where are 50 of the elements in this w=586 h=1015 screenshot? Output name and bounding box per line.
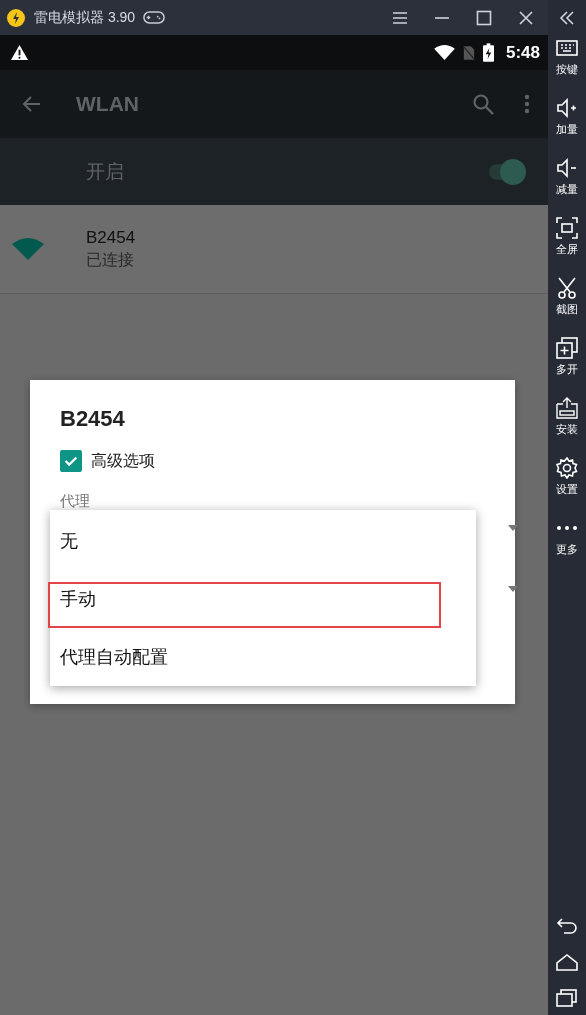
sidebar-button[interactable]: 减量 bbox=[556, 157, 578, 217]
dialog-title: B2454 bbox=[60, 406, 125, 432]
apk-install-icon bbox=[556, 397, 578, 419]
sidebar-button[interactable]: 加量 bbox=[556, 97, 578, 157]
volume-up-icon bbox=[556, 97, 578, 119]
back-arrow-icon[interactable] bbox=[22, 94, 42, 114]
menu-icon[interactable] bbox=[392, 9, 408, 26]
sidebar-button[interactable]: 安装 bbox=[556, 397, 578, 457]
checkbox-label: 高级选项 bbox=[91, 450, 155, 471]
keyboard-icon bbox=[556, 37, 578, 59]
search-icon[interactable] bbox=[472, 93, 494, 115]
more-icon bbox=[556, 525, 578, 531]
back-icon[interactable] bbox=[556, 917, 578, 935]
sidebar-button[interactable]: 设置 bbox=[556, 457, 578, 517]
maximize-icon[interactable] bbox=[476, 9, 492, 26]
settings-icon bbox=[556, 457, 578, 479]
menu-option[interactable]: 手动 bbox=[50, 570, 476, 628]
toolbar-title: WLAN bbox=[76, 92, 139, 116]
clock-time: 5:48 bbox=[505, 42, 540, 63]
scissors-icon bbox=[556, 277, 578, 299]
proxy-label: 代理 bbox=[60, 492, 90, 511]
wifi-signal-icon bbox=[433, 45, 455, 60]
sidebar-button[interactable]: 多开 bbox=[556, 337, 578, 397]
network-status: 已连接 bbox=[86, 249, 135, 270]
wifi-icon bbox=[12, 238, 44, 260]
no-sim-icon bbox=[462, 44, 475, 61]
sidebar-button[interactable]: 按键 bbox=[556, 37, 578, 97]
warning-icon bbox=[10, 44, 29, 61]
dropdown-arrow-icon bbox=[508, 525, 518, 531]
checkbox[interactable] bbox=[60, 450, 82, 472]
more-options-icon[interactable] bbox=[524, 94, 530, 114]
gamepad-icon[interactable] bbox=[143, 10, 166, 25]
close-icon[interactable] bbox=[518, 9, 534, 26]
fullscreen-icon bbox=[556, 217, 578, 239]
battery-charging-icon bbox=[482, 43, 494, 62]
menu-option[interactable]: 无 bbox=[50, 512, 476, 570]
menu-option[interactable]: 代理自动配置 bbox=[50, 628, 476, 686]
collapse-icon[interactable] bbox=[559, 11, 575, 25]
switch-label: 开启 bbox=[86, 159, 124, 184]
home-icon[interactable] bbox=[556, 953, 578, 971]
dropdown-arrow-icon bbox=[508, 586, 518, 592]
app-logo-icon bbox=[6, 7, 26, 28]
multi-window-icon bbox=[556, 337, 578, 359]
window-title: 雷电模拟器 3.90 bbox=[34, 8, 136, 27]
network-name: B2454 bbox=[86, 227, 136, 248]
sidebar-button[interactable]: 全屏 bbox=[556, 217, 578, 277]
recent-apps-icon[interactable] bbox=[556, 989, 578, 1007]
sidebar-button[interactable]: 截图 bbox=[556, 277, 578, 337]
sidebar-button[interactable]: 更多 bbox=[556, 517, 578, 577]
volume-down-icon bbox=[556, 157, 578, 179]
